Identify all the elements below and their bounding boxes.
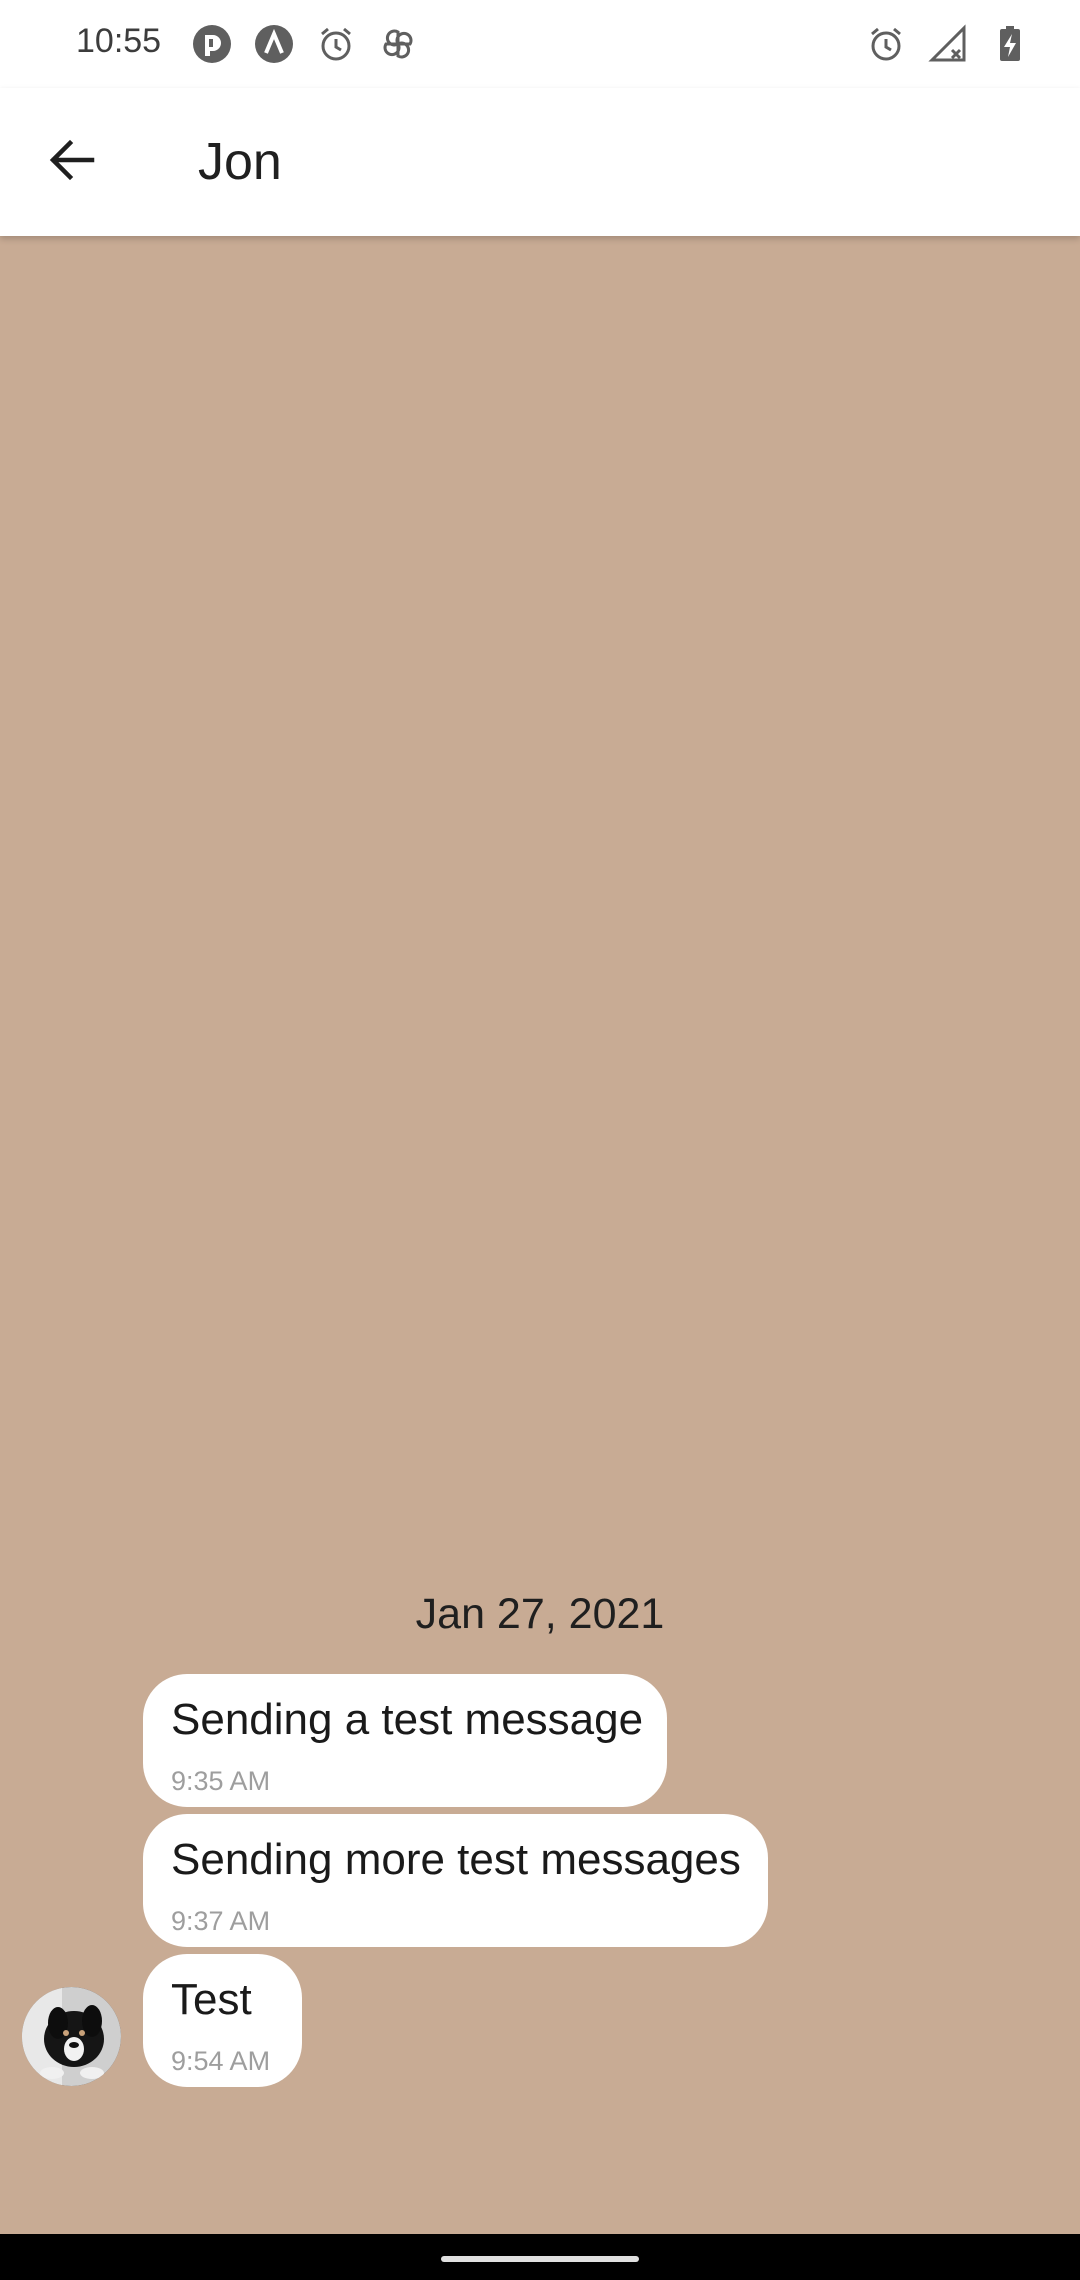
message-text: Sending more test messages xyxy=(171,1835,741,1884)
alarm-icon xyxy=(864,22,908,66)
system-nav-bar xyxy=(0,2234,1080,2280)
status-bar: 10:55 xyxy=(0,0,1080,88)
home-gesture-handle[interactable] xyxy=(441,2256,639,2262)
pocket-casts-icon xyxy=(190,22,234,66)
app-bar: Jon xyxy=(0,88,1080,236)
battery-charging-icon xyxy=(988,22,1032,66)
alarm-icon xyxy=(314,22,358,66)
status-icons-left xyxy=(190,22,420,66)
arrow-back-icon xyxy=(49,139,95,181)
message-bubble[interactable]: Test 9:54 AM xyxy=(143,1954,302,2087)
status-icons-right xyxy=(864,22,1032,66)
message-bubble[interactable]: Sending more test messages 9:37 AM xyxy=(143,1814,768,1947)
back-button[interactable] xyxy=(40,128,104,192)
pinwheel-icon xyxy=(376,22,420,66)
status-time: 10:55 xyxy=(76,22,162,60)
message-time: 9:35 AM xyxy=(171,1766,271,1796)
app-a-icon xyxy=(252,22,296,66)
message-time: 9:37 AM xyxy=(171,1906,271,1936)
message-text: Test xyxy=(171,1975,252,2024)
message-text: Sending a test message xyxy=(171,1695,644,1744)
chat-title: Jon xyxy=(198,133,282,191)
message-bubble[interactable]: Sending a test message 9:35 AM xyxy=(143,1674,667,1807)
contact-avatar[interactable] xyxy=(22,1987,121,2086)
message-time: 9:54 AM xyxy=(171,2046,271,2076)
signal-off-icon xyxy=(926,22,970,66)
date-separator: Jan 27, 2021 xyxy=(415,1590,665,1638)
